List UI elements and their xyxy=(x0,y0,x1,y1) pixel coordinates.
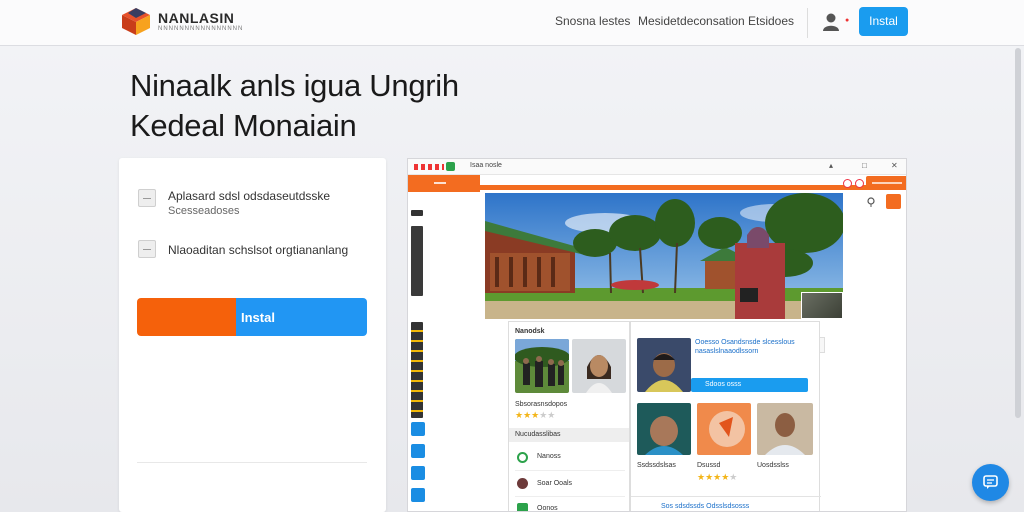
option-1-label: Aplasard sdsl odsdaseutdsske xyxy=(168,189,331,203)
sidebar-dark-strip-2 xyxy=(411,322,423,418)
user-menu-caret-icon[interactable]: ● xyxy=(845,17,849,24)
gallery-card-text[interactable]: Ooesso Osandsnsde slcesslous nasaslslnaa… xyxy=(695,338,813,356)
photo-thumbnail[interactable] xyxy=(801,292,843,319)
panel-scrollbar[interactable] xyxy=(819,337,825,353)
list-item-2-avatar xyxy=(517,478,528,489)
panel-caption: Sbsorasnsdopos xyxy=(515,401,568,408)
install-button[interactable]: Instal xyxy=(137,298,367,336)
record-icon-2[interactable] xyxy=(855,179,864,188)
hero-title-line-1: Ninaalk anls igua Ungrih xyxy=(130,68,459,103)
gallery-footer-link[interactable]: Sos sdsdssds Odsslsdsosss xyxy=(661,503,749,510)
option-1-sublabel: Scesseadoses xyxy=(168,205,240,217)
gallery-caption-1: Ssdssdslsas xyxy=(637,462,676,469)
nav-link-3[interactable]: Etsidoes xyxy=(748,14,794,28)
install-options-card: Aplasard sdsl odsdaseutdsske Scesseadose… xyxy=(119,158,386,512)
location-pin-icon[interactable] xyxy=(866,197,876,207)
install-button-label: Instal xyxy=(241,310,275,325)
option-2-checkbox[interactable] xyxy=(138,240,156,258)
group-photo[interactable] xyxy=(515,339,569,393)
list-item-3[interactable]: Oonos xyxy=(537,505,558,511)
sidebar-blue-button-1[interactable] xyxy=(411,422,425,436)
gallery-photo-2[interactable] xyxy=(697,403,751,455)
gallery-photo-3[interactable] xyxy=(757,403,813,455)
reviews-panel: Nanodsk Sbsorasnsdopos ★★★★★ Nucudasslib… xyxy=(508,321,630,511)
app-preview-window: Isaa nosle ▴ □ ✕ Nanodsk Sbsorasnsdopos … xyxy=(407,158,907,512)
header-install-button[interactable]: Instal xyxy=(859,7,908,36)
close-icon[interactable]: ✕ xyxy=(891,161,898,170)
list-item-2[interactable]: Soar Ooals xyxy=(537,480,572,487)
gallery-panel: Ooesso Osandsnsde slcesslous nasaslslnaa… xyxy=(630,321,821,511)
panel-title: Nanodsk xyxy=(515,328,545,335)
active-tab[interactable] xyxy=(408,175,480,192)
panel-section-header: Nucudasslibas xyxy=(509,428,629,442)
sidebar-blue-button-4[interactable] xyxy=(411,488,425,502)
hero-title-line-2: Kedeal Monaiain xyxy=(130,108,357,143)
top-bar: NANLASIN NNNNNNNNNNNNNNNN Snosna lestes … xyxy=(0,0,1024,46)
list-item-1[interactable]: Nanoss xyxy=(537,453,561,460)
nav-divider xyxy=(807,8,808,38)
logo-cube-icon[interactable] xyxy=(120,6,152,36)
gallery-caption-3: Uosdsslss xyxy=(757,462,789,469)
window-title: Isaa nosle xyxy=(470,162,502,169)
page-scrollbar[interactable] xyxy=(1015,48,1021,418)
gallery-card-button[interactable]: Sdoos osss xyxy=(691,378,808,392)
option-1-checkbox[interactable] xyxy=(138,189,156,207)
sidebar-dark-strip xyxy=(411,226,423,296)
portrait-photo[interactable] xyxy=(572,339,626,393)
gallery-photo-1[interactable] xyxy=(637,403,691,455)
chat-icon xyxy=(983,475,998,489)
record-icon[interactable] xyxy=(843,179,852,188)
app-favicon-icon xyxy=(446,162,455,171)
gallery-rating-stars: ★★★★★ xyxy=(697,472,738,482)
brand-tagline: NNNNNNNNNNNNNNNN xyxy=(158,26,244,32)
panel-section-label: Nucudasslibas xyxy=(515,431,561,438)
panel-rating-stars: ★★★★★ xyxy=(515,410,556,420)
window-title-bar: Isaa nosle ▴ □ ✕ xyxy=(408,159,906,175)
list-item-3-icon xyxy=(517,503,528,511)
pin-orange-button[interactable] xyxy=(886,194,901,209)
toolbar-orange-button[interactable] xyxy=(866,176,906,190)
child-photo[interactable] xyxy=(637,338,691,392)
minimize-icon[interactable]: ▴ xyxy=(829,161,833,170)
option-2-label: Nlaoaditan schslsot orgtiananlang xyxy=(168,243,349,257)
maximize-icon[interactable]: □ xyxy=(862,161,867,170)
sidebar-blue-button-3[interactable] xyxy=(411,466,425,480)
chat-button[interactable] xyxy=(972,464,1009,501)
nav-link-1[interactable]: Snosna lestes xyxy=(555,14,630,28)
card-divider xyxy=(137,462,367,463)
preview-sidebar xyxy=(408,204,428,511)
gallery-caption-2: Dsussd xyxy=(697,462,721,469)
user-icon[interactable] xyxy=(822,12,846,32)
brand-name[interactable]: NANLASIN xyxy=(158,10,234,26)
list-item-1-icon xyxy=(517,452,528,463)
window-dots xyxy=(414,164,444,170)
sidebar-blue-button-2[interactable] xyxy=(411,444,425,458)
hero-photo xyxy=(485,193,843,319)
nav-link-2[interactable]: Mesidetdeconsation xyxy=(638,14,745,28)
